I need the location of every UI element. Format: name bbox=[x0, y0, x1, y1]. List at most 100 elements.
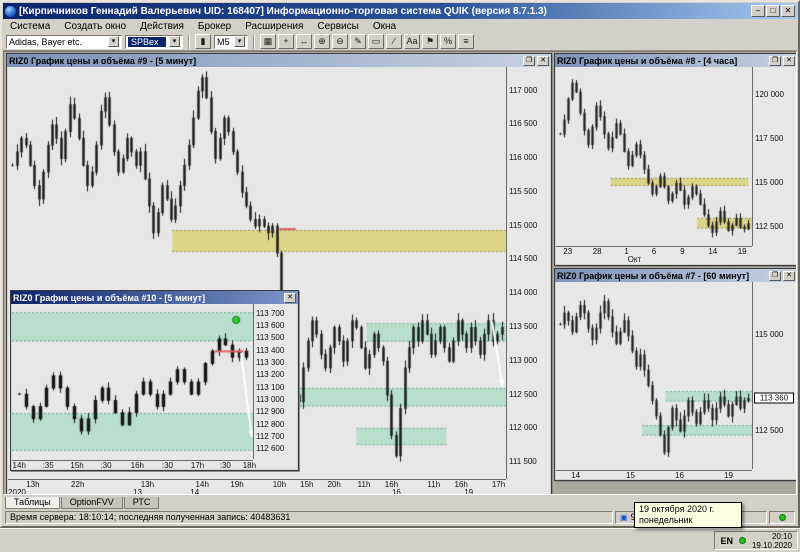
chart-7-time-axis[interactable]: 14 15 16 19 bbox=[556, 470, 752, 480]
flag-icon[interactable]: ⚑ bbox=[422, 34, 438, 49]
language-indicator[interactable]: EN bbox=[720, 536, 733, 546]
chart-window-7: RIZ0 График цены и объёма #7 - [60 минут… bbox=[554, 268, 796, 481]
maximize-button[interactable]: □ bbox=[766, 5, 780, 17]
chart-10-canvas[interactable] bbox=[12, 304, 253, 459]
price-label: 112 900 bbox=[256, 407, 285, 417]
class-combo-value: SPBex bbox=[128, 36, 166, 47]
close-icon[interactable]: ✕ bbox=[537, 55, 549, 66]
pencil-icon[interactable]: ✎ bbox=[350, 34, 366, 49]
chart-8-canvas[interactable] bbox=[556, 67, 752, 246]
taskbar: EN 20:10 19.10.2020 bbox=[0, 528, 800, 552]
zoom-out-icon[interactable]: ⊖ bbox=[332, 34, 348, 49]
close-button[interactable]: ✕ bbox=[781, 5, 795, 17]
time-label: :30 bbox=[219, 461, 231, 470]
menu-item-2[interactable]: Действия bbox=[133, 20, 191, 33]
toolbar: Adidas, Bayer etc. ▾ SPBex ▾ ▮ M5 ▾ ▦ + ↔ ⊕… bbox=[3, 33, 797, 51]
time-label: Окт bbox=[627, 255, 642, 264]
price-label: 113 000 bbox=[256, 394, 285, 404]
chart-8-date-axis: Окт bbox=[556, 255, 752, 264]
price-label: 112 500 bbox=[755, 221, 784, 231]
tray-clock[interactable]: 20:10 19.10.2020 bbox=[752, 532, 792, 550]
price-label: 113 400 bbox=[256, 345, 285, 355]
pan-icon[interactable]: ↔ bbox=[296, 34, 312, 49]
text-tool-icon[interactable]: Aa bbox=[404, 34, 420, 49]
tab-tables[interactable]: Таблицы bbox=[5, 497, 60, 509]
candle-chart-icon[interactable]: ▮ bbox=[195, 34, 211, 49]
tab-optionfvv[interactable]: OptionFVV bbox=[60, 497, 123, 509]
chart-window-8: RIZ0 График цены и объёма #8 - [4 часа] … bbox=[554, 53, 796, 266]
price-label: 117 500 bbox=[755, 133, 784, 143]
instrument-combo[interactable]: Adidas, Bayer etc. ▾ bbox=[6, 34, 122, 49]
minimize-button[interactable]: – bbox=[751, 5, 765, 17]
price-label: 112 000 bbox=[509, 423, 538, 433]
chart-8-plot bbox=[556, 67, 752, 246]
menu-item-4[interactable]: Расширения bbox=[238, 20, 310, 33]
timeframe-combo[interactable]: M5 ▾ bbox=[214, 34, 248, 49]
maximize-icon[interactable]: ❐ bbox=[523, 55, 535, 66]
time-label: 16 bbox=[675, 471, 684, 480]
percent-icon[interactable]: % bbox=[440, 34, 456, 49]
tooltip-weekday: понедельник bbox=[639, 515, 693, 525]
title-bar[interactable]: [Кирпичников Геннадий Валерьевич UID: 16… bbox=[3, 3, 797, 19]
price-label: 113 500 bbox=[509, 322, 538, 332]
close-icon[interactable]: ✕ bbox=[284, 292, 296, 303]
zoom-in-icon[interactable]: ⊕ bbox=[314, 34, 330, 49]
close-icon[interactable]: ✕ bbox=[783, 270, 795, 281]
tooltip-date: 19 октября 2020 г. bbox=[639, 504, 715, 514]
network-tray-icon[interactable] bbox=[738, 537, 746, 544]
time-label: 19 bbox=[724, 471, 733, 480]
time-label: :30 bbox=[100, 461, 112, 470]
menu-item-3[interactable]: Брокер bbox=[191, 20, 238, 33]
trendline-icon[interactable]: ∕ bbox=[386, 34, 402, 49]
tab-rts[interactable]: РТС bbox=[123, 497, 160, 509]
maximize-icon[interactable]: ❐ bbox=[769, 55, 781, 66]
timeframe-value: M5 bbox=[217, 36, 230, 47]
levels-icon[interactable]: ≡ bbox=[458, 34, 474, 49]
chart-9-price-axis[interactable]: 117 000 116 500 116 000 115 500 115 000 114 5… bbox=[506, 67, 550, 479]
chevron-down-icon[interactable]: ▾ bbox=[108, 36, 119, 47]
chart-8-price-axis[interactable]: 120 000 117 500 115 000 112 500 bbox=[752, 67, 796, 246]
eraser-icon[interactable]: ▭ bbox=[368, 34, 384, 49]
price-label: 115 000 bbox=[509, 220, 538, 230]
quik-main-window: [Кирпичников Геннадий Валерьевич UID: 16… bbox=[0, 0, 800, 529]
price-label: 120 000 bbox=[755, 90, 784, 100]
chevron-down-icon[interactable]: ▾ bbox=[169, 36, 180, 47]
chart-9-date-axis: 2020 13 14 16 19 bbox=[8, 488, 506, 495]
crosshair-icon[interactable]: + bbox=[278, 34, 294, 49]
time-label: 15h bbox=[70, 461, 84, 470]
connection-status-panel bbox=[769, 511, 795, 524]
price-label: 112 700 bbox=[256, 431, 285, 441]
class-combo[interactable]: SPBex ▾ bbox=[125, 34, 183, 49]
chart-10-price-axis[interactable]: 113 700 113 600 113 500 113 400 113 300 113 2… bbox=[253, 304, 297, 459]
app-icon bbox=[5, 5, 16, 17]
chart-7-title-bar[interactable]: RIZ0 График цены и объёма #7 - [60 минут… bbox=[555, 269, 796, 282]
chart-10-title-bar[interactable]: RIZ0 График цены и объёма #10 - [5 минут… bbox=[11, 291, 298, 304]
chart-7-canvas[interactable] bbox=[556, 282, 752, 469]
chevron-down-icon[interactable]: ▾ bbox=[234, 36, 245, 47]
chart-10-time-axis[interactable]: 14h:35 15h:30 16h:30 17h:30 18h bbox=[12, 460, 257, 470]
time-label: 14 bbox=[571, 471, 581, 480]
time-label: 18h bbox=[242, 461, 257, 470]
connection-ok-icon bbox=[778, 514, 786, 521]
instrument-combo-value: Adidas, Bayer etc. bbox=[9, 36, 83, 47]
menu-item-6[interactable]: Окна bbox=[366, 20, 403, 33]
price-label: 115 000 bbox=[755, 330, 784, 340]
chart-8-time-axis[interactable]: 23 28 1 6 9 14 19 bbox=[556, 246, 752, 256]
price-label: 111 500 bbox=[509, 457, 537, 467]
chart-9-time-axis[interactable]: 13h 22h 13h 14h 19h 10h 15h 20h 11h 16h 11h 16h 17h bbox=[8, 479, 506, 489]
chart-grid-icon[interactable]: ▦ bbox=[260, 34, 276, 49]
chart-7-title: RIZ0 График цены и объёма #7 - [60 минут… bbox=[557, 270, 750, 281]
chart-10-title: RIZ0 График цены и объёма #10 - [5 минут… bbox=[13, 292, 206, 303]
menu-item-0[interactable]: Система bbox=[3, 20, 57, 33]
time-label: 2020 bbox=[8, 488, 26, 495]
price-label: 116 000 bbox=[509, 153, 538, 163]
price-label: 113 000 bbox=[509, 355, 538, 365]
chart-8-title-bar[interactable]: RIZ0 График цены и объёма #8 - [4 часа] … bbox=[555, 54, 796, 67]
price-label: 113 600 bbox=[256, 321, 285, 331]
close-icon[interactable]: ✕ bbox=[783, 55, 795, 66]
chart-9-title-bar[interactable]: RIZ0 График цены и объёма #9 - [5 минут]… bbox=[7, 54, 551, 67]
menu-item-5[interactable]: Сервисы bbox=[310, 20, 365, 33]
maximize-icon[interactable]: ❐ bbox=[769, 270, 781, 281]
menu-item-1[interactable]: Создать окно bbox=[57, 20, 133, 33]
chart-7-price-axis[interactable]: 115 000 112 500 113 360 bbox=[752, 282, 796, 469]
